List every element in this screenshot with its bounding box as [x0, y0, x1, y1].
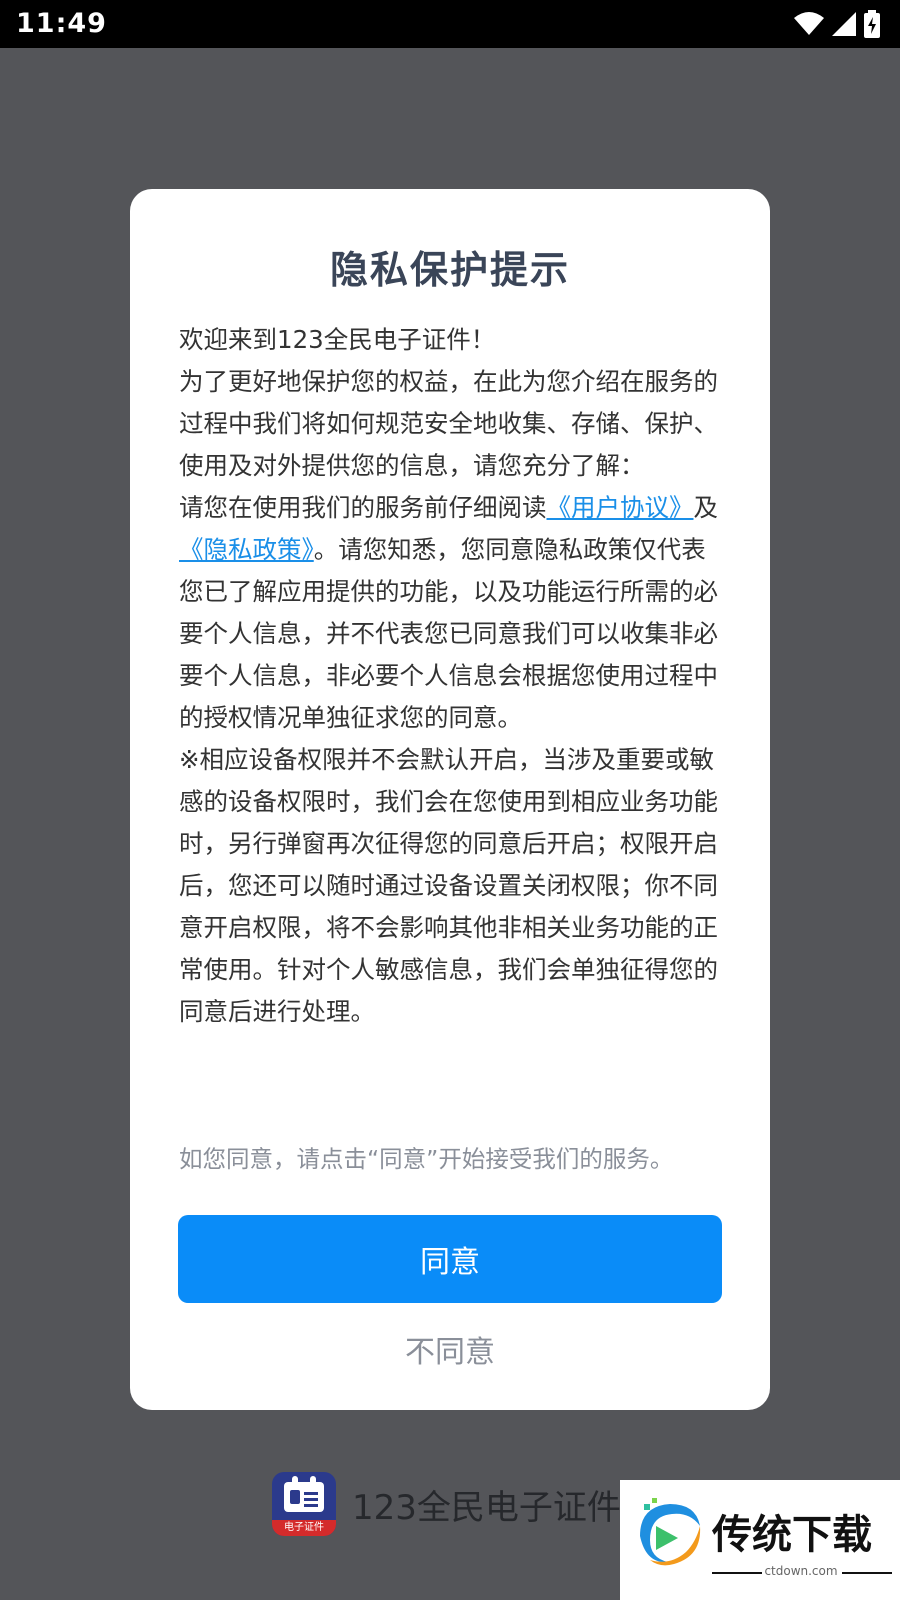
status-time: 11:49 — [16, 8, 107, 39]
app-brand: 电子证件 123全民电子证件 — [272, 1471, 621, 1537]
app-name: 123全民电子证件 — [352, 1487, 621, 1528]
dialog-title: 隐私保护提示 — [329, 248, 570, 292]
and-text: 及 — [693, 493, 719, 522]
read-suffix: 。请您知悉，您同意隐私政策仅代表您已了解应用提供的功能，以及功能运行所需的必要个… — [179, 535, 718, 732]
dialog-body: 欢迎来到123全民电子证件！ 为了更好地保护您的权益，在此为您介绍在服务的过程中… — [179, 319, 719, 1033]
read-paragraph: 请您在使用我们的服务前仔细阅读《用户协议》及《隐私政策》。请您知悉，您同意隐私政… — [179, 487, 719, 739]
agree-hint: 如您同意，请点击“同意”开始接受我们的服务。 — [179, 1145, 674, 1173]
watermark-url: ctdown.com — [764, 1564, 838, 1578]
id-card-icon — [284, 1482, 324, 1512]
disagree-button[interactable]: 不同意 — [178, 1319, 722, 1379]
welcome-text: 欢迎来到123全民电子证件！ — [179, 325, 496, 354]
cellular-signal-icon — [832, 12, 856, 36]
app-logo-caption: 电子证件 — [272, 1520, 336, 1536]
watermark: 传统下载 ctdown.com — [620, 1480, 900, 1600]
watermark-text: 传统下载 — [712, 1512, 872, 1558]
watermark-logo-icon — [640, 1498, 701, 1566]
status-icons — [794, 10, 880, 38]
status-bar: 11:49 — [0, 0, 900, 48]
read-prefix: 请您在使用我们的服务前仔细阅读 — [179, 493, 547, 522]
user-agreement-link[interactable]: 《用户协议》 — [547, 493, 694, 522]
agree-button[interactable]: 同意 — [178, 1215, 722, 1303]
wifi-icon — [794, 12, 824, 35]
intro-text: 为了更好地保护您的权益，在此为您介绍在服务的过程中我们将如何规范安全地收集、存储… — [179, 367, 718, 480]
privacy-dialog: 隐私保护提示 欢迎来到123全民电子证件！ 为了更好地保护您的权益，在此为您介绍… — [130, 189, 770, 1410]
privacy-policy-link[interactable]: 《隐私政策》 — [179, 535, 314, 564]
app-logo: 电子证件 — [272, 1472, 336, 1536]
permissions-note: ※相应设备权限并不会默认开启，当涉及重要或敏感的设备权限时，我们会在您使用到相应… — [179, 745, 718, 1026]
battery-charging-icon — [864, 10, 880, 38]
watermark-rule-right — [842, 1572, 892, 1574]
